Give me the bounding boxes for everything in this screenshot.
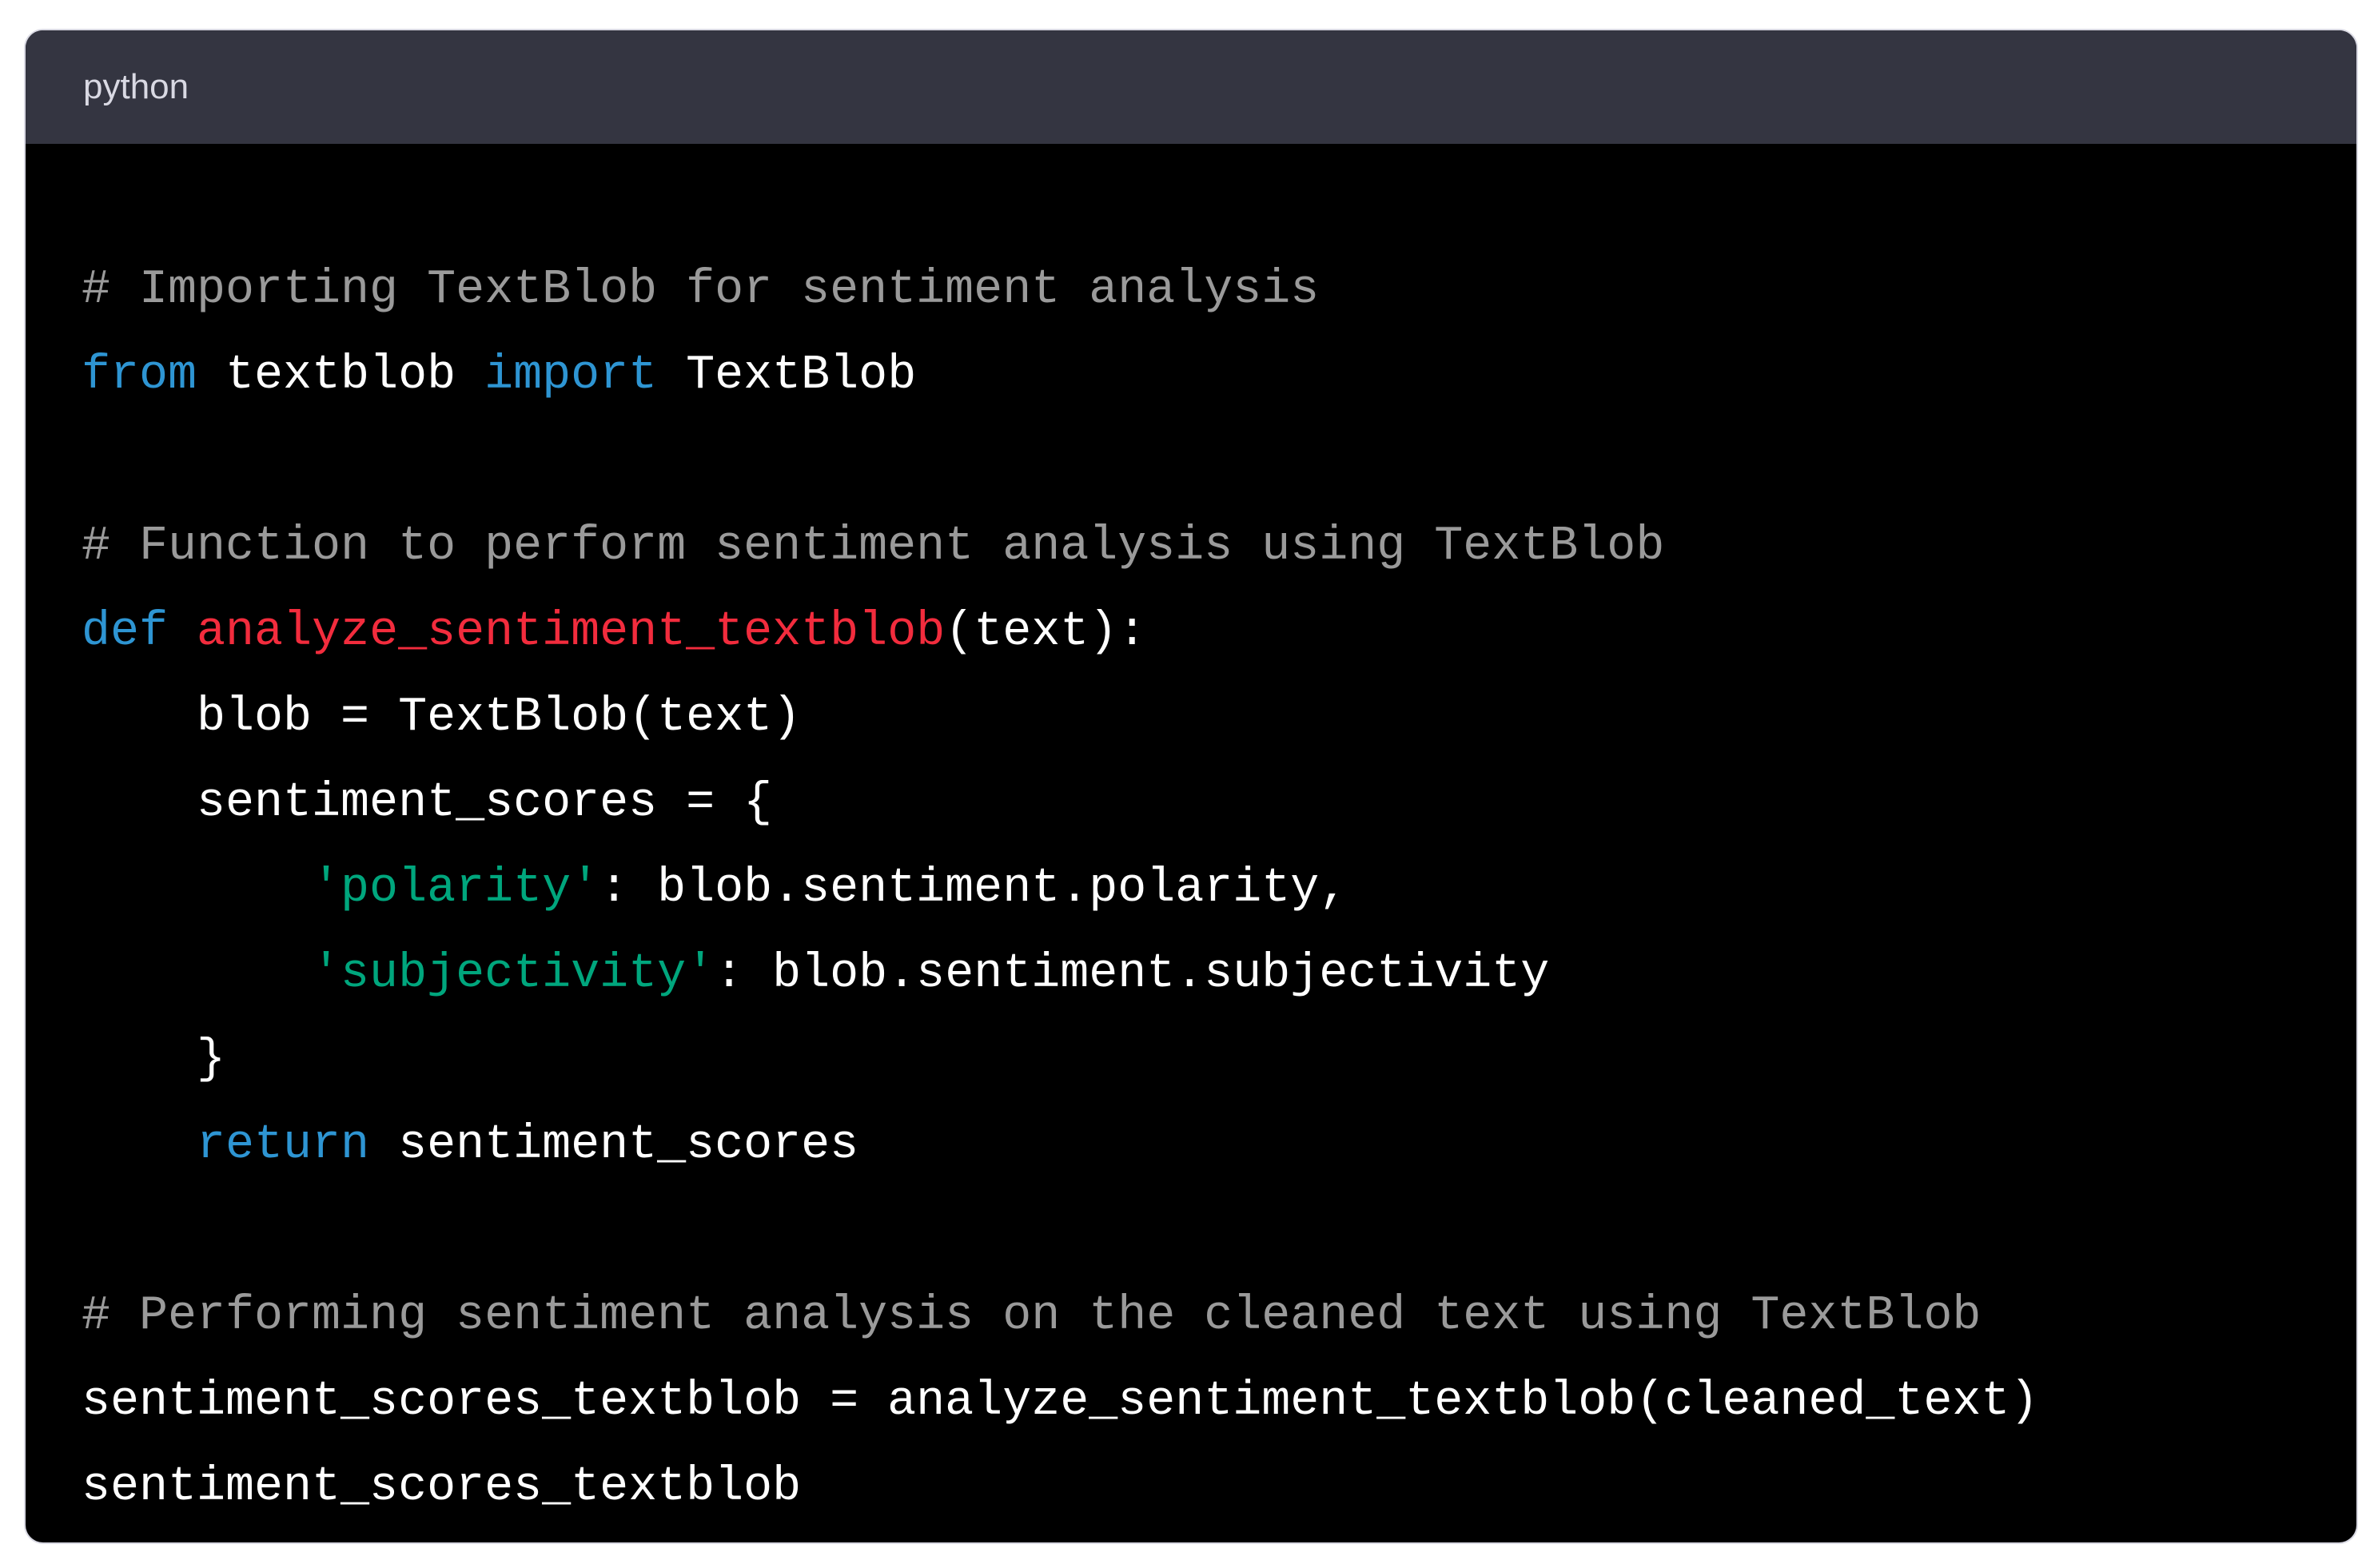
code-line: # Performing sentiment analysis on the c…	[82, 1274, 2356, 1359]
code-text: sentiment_scores = {	[82, 776, 773, 830]
code-text: blob = TextBlob(text)	[82, 690, 802, 745]
code-comment: # Function to perform sentiment analysis…	[82, 519, 1665, 574]
code-string: 'polarity'	[312, 862, 600, 916]
code-block: python # Importing TextBlob for sentimen…	[26, 30, 2356, 1542]
code-keyword: def	[82, 605, 169, 659]
code-line: # Function to perform sentiment analysis…	[82, 504, 2356, 590]
code-line: sentiment_scores_textblob = analyze_sent…	[82, 1359, 2356, 1445]
code-text: }	[82, 1033, 226, 1087]
code-block-header: python	[26, 30, 2356, 144]
code-line: blob = TextBlob(text)	[82, 675, 2356, 761]
code-text: textblob	[197, 348, 485, 403]
code-text: sentiment_scores	[369, 1118, 859, 1172]
code-text: TextBlob	[657, 348, 917, 403]
code-comment: # Performing sentiment analysis on the c…	[82, 1289, 1982, 1343]
code-line: def analyze_sentiment_textblob(text):	[82, 590, 2356, 675]
code-text: : blob.sentiment.polarity,	[599, 862, 1348, 916]
code-string: 'subjectivity'	[312, 947, 715, 1001]
code-text: (text):	[945, 605, 1147, 659]
code-function-name: analyze_sentiment_textblob	[197, 605, 946, 659]
code-keyword: import	[484, 348, 658, 403]
code-comment: # Importing TextBlob for sentiment analy…	[82, 263, 1320, 317]
code-line: return sentiment_scores	[82, 1103, 2356, 1188]
code-text: sentiment_scores_textblob = analyze_sent…	[82, 1375, 2039, 1429]
code-text: : blob.sentiment.subjectivity	[715, 947, 1550, 1001]
code-line: }	[82, 1017, 2356, 1103]
code-line: sentiment_scores = {	[82, 761, 2356, 846]
code-line: from textblob import TextBlob	[82, 333, 2356, 419]
code-language-label: python	[83, 67, 189, 106]
code-line: 'polarity': blob.sentiment.polarity,	[82, 846, 2356, 932]
code-line: # Importing TextBlob for sentiment analy…	[82, 248, 2356, 333]
code-line: 'subjectivity': blob.sentiment.subjectiv…	[82, 932, 2356, 1017]
code-body[interactable]: # Importing TextBlob for sentiment analy…	[26, 144, 2356, 1530]
code-text: sentiment_scores_textblob	[82, 1460, 802, 1514]
code-keyword: return	[197, 1118, 370, 1172]
code-keyword: from	[82, 348, 197, 403]
code-line: sentiment_scores_textblob	[82, 1445, 2356, 1530]
